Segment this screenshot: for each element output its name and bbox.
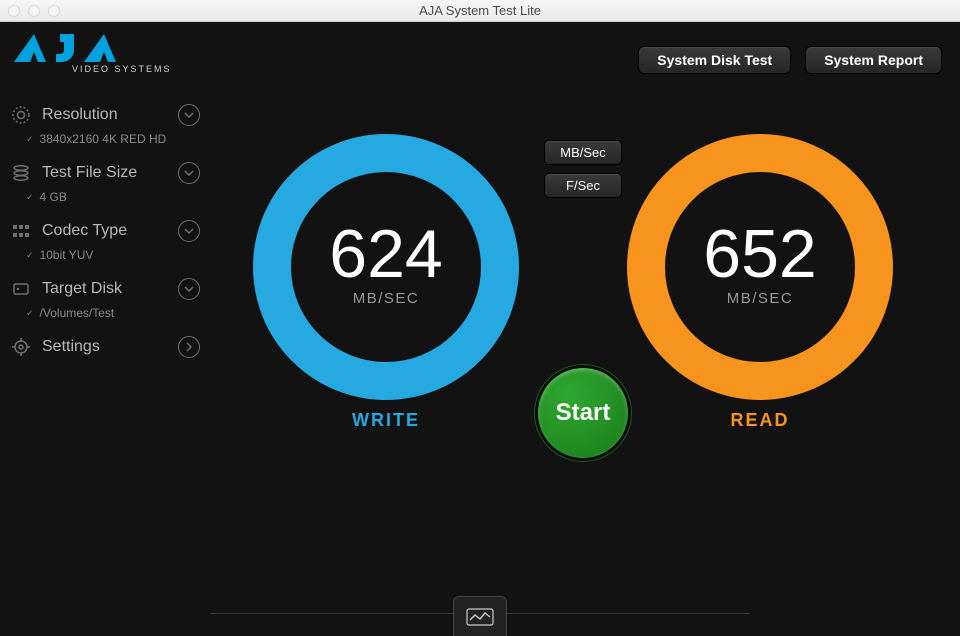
- read-value: 652: [703, 220, 816, 288]
- test-file-size-value: 4 GB: [10, 188, 200, 212]
- mac-titlebar: AJA System Test Lite: [0, 0, 960, 22]
- minimize-window-icon[interactable]: [28, 5, 40, 17]
- resolution-value: 3840x2160 4K RED HD: [10, 130, 200, 154]
- write-label: WRITE: [236, 410, 536, 431]
- disk-icon: [10, 278, 32, 300]
- system-disk-test-button[interactable]: System Disk Test: [638, 46, 791, 74]
- read-unit: MB/SEC: [727, 290, 794, 307]
- settings-label: Settings: [42, 338, 168, 356]
- target-disk-value: /Volumes/Test: [10, 304, 200, 328]
- chevron-right-icon: [178, 336, 200, 358]
- aja-logo-mark: [12, 30, 142, 66]
- test-file-size-label: Test File Size: [42, 164, 168, 182]
- sidebar-resolution[interactable]: Resolution 3840x2160 4K RED HD: [10, 100, 200, 154]
- write-value: 624: [329, 220, 442, 288]
- aja-logo: VIDEO SYSTEMS: [12, 30, 172, 74]
- sidebar-target-disk[interactable]: Target Disk /Volumes/Test: [10, 274, 200, 328]
- bottom-drawer: [0, 588, 960, 636]
- chevron-down-icon: [178, 278, 200, 300]
- chart-icon: [466, 608, 494, 626]
- read-gauge: 652 MB/SEC READ: [610, 134, 910, 431]
- sidebar-settings[interactable]: Settings: [10, 332, 200, 362]
- chevron-down-icon: [178, 162, 200, 184]
- write-gauge: 624 MB/SEC WRITE: [236, 134, 536, 431]
- codec-icon: [10, 220, 32, 242]
- write-ring: 624 MB/SEC: [253, 134, 519, 400]
- top-buttons: System Disk Test System Report: [638, 46, 942, 74]
- sidebar-test-file-size[interactable]: Test File Size 4 GB: [10, 158, 200, 212]
- sidebar-codec-type[interactable]: Codec Type 10bit YUV: [10, 216, 200, 270]
- codec-type-value: 10bit YUV: [10, 246, 200, 270]
- app-body: VIDEO SYSTEMS System Disk Test System Re…: [0, 22, 960, 636]
- chevron-down-icon: [178, 220, 200, 242]
- write-unit: MB/SEC: [353, 290, 420, 307]
- start-button[interactable]: Start: [538, 368, 628, 458]
- settings-sidebar: Resolution 3840x2160 4K RED HD Test File…: [10, 100, 200, 366]
- zoom-window-icon[interactable]: [48, 5, 60, 17]
- system-report-button[interactable]: System Report: [805, 46, 942, 74]
- window-title: AJA System Test Lite: [0, 3, 960, 18]
- logo-subtext: VIDEO SYSTEMS: [72, 64, 172, 74]
- close-window-icon[interactable]: [8, 5, 20, 17]
- traffic-lights: [0, 5, 60, 17]
- gear-icon: [10, 336, 32, 358]
- chart-drawer-toggle[interactable]: [453, 596, 507, 636]
- read-label: READ: [610, 410, 910, 431]
- chevron-down-icon: [178, 104, 200, 126]
- codec-type-label: Codec Type: [42, 222, 168, 240]
- read-ring: 652 MB/SEC: [627, 134, 893, 400]
- resolution-label: Resolution: [42, 106, 168, 124]
- target-disk-label: Target Disk: [42, 280, 168, 298]
- resolution-icon: [10, 104, 32, 126]
- start-button-wrap: Start: [538, 368, 628, 458]
- file-stack-icon: [10, 162, 32, 184]
